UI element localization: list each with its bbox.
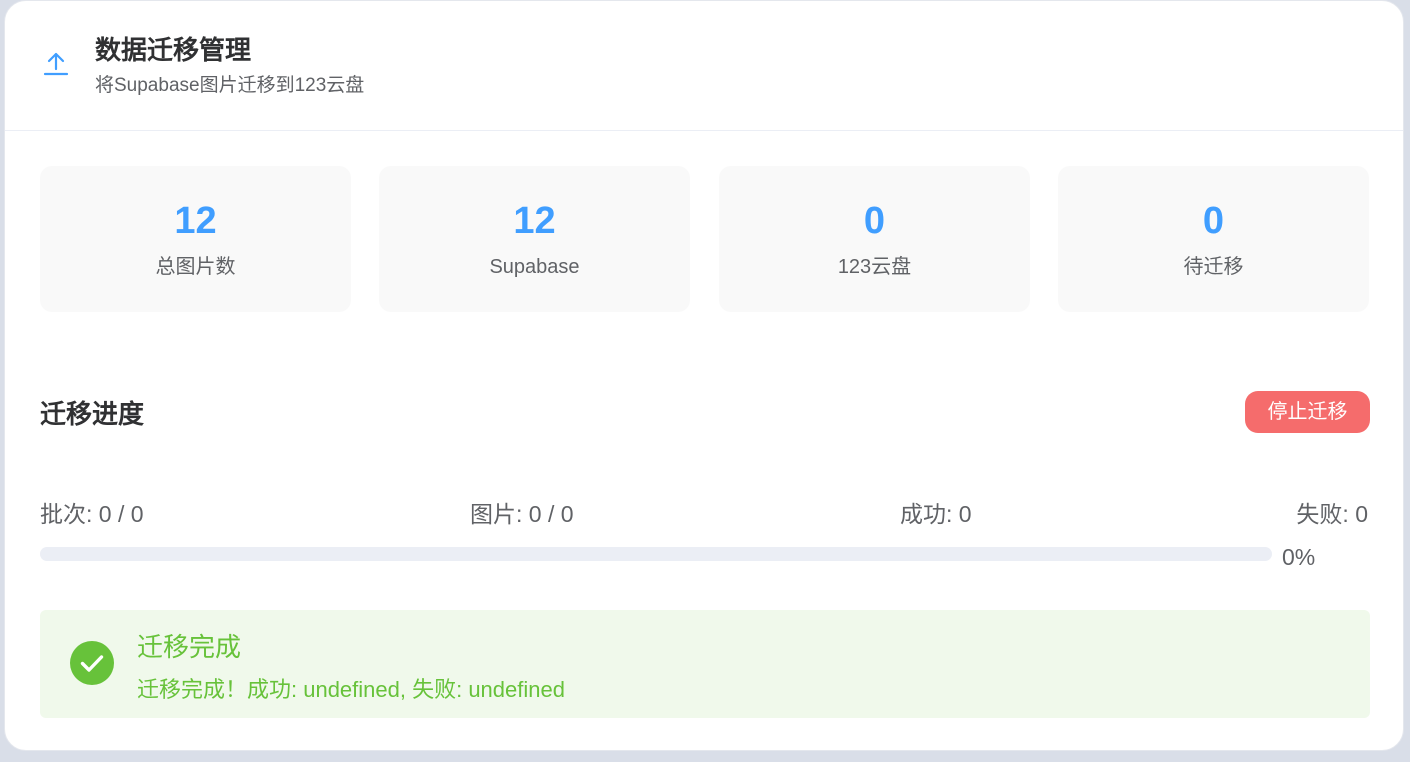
stat-label: 总图片数	[155, 256, 236, 278]
images-value: 0 / 0	[528, 501, 574, 527]
page-title: 数据迁移管理	[95, 35, 252, 65]
stat-label: Supabase	[489, 256, 580, 278]
failed-value: 0	[1355, 501, 1368, 527]
image-count: 图片: 0 / 0	[470, 497, 574, 531]
stats-row: 12 总图片数 12 Supabase 0 123云盘 0 待迁移	[40, 166, 1370, 312]
stat-label: 待迁移	[1183, 256, 1244, 278]
progress-bar	[40, 547, 1272, 561]
batch-value: 0 / 0	[98, 501, 144, 527]
migration-card: 数据迁移管理 将Supabase图片迁移到123云盘 12 总图片数 12 Su…	[4, 0, 1404, 751]
card-header: 数据迁移管理 将Supabase图片迁移到123云盘	[5, 1, 1403, 131]
check-circle-icon	[70, 641, 114, 685]
success-count: 成功: 0	[900, 497, 972, 531]
stat-supabase: 12 Supabase	[379, 166, 690, 312]
stat-value: 12	[513, 200, 556, 242]
failed-label: 失败:	[1296, 501, 1349, 527]
alert-description: 迁移完成！成功: undefined, 失败: undefined	[137, 677, 565, 702]
success-label: 成功:	[900, 501, 953, 527]
images-label: 图片:	[470, 501, 523, 527]
stat-label: 123云盘	[837, 256, 912, 278]
success-value: 0	[958, 501, 972, 527]
page-subtitle: 将Supabase图片迁移到123云盘	[95, 75, 365, 96]
stat-value: 0	[1202, 200, 1225, 242]
stat-123pan: 0 123云盘	[719, 166, 1030, 312]
success-alert: 迁移完成 迁移完成！成功: undefined, 失败: undefined	[40, 610, 1370, 718]
stat-value: 12	[174, 200, 217, 242]
batch-label: 批次:	[40, 501, 93, 527]
batch-count: 批次: 0 / 0	[40, 497, 144, 531]
progress-percent: 0%	[1282, 544, 1316, 570]
stat-value: 0	[863, 200, 886, 242]
stat-pending: 0 待迁移	[1058, 166, 1369, 312]
stop-migration-button[interactable]: 停止迁移	[1245, 391, 1370, 433]
alert-title: 迁移完成	[137, 632, 242, 662]
failed-count: 失败: 0	[1296, 497, 1368, 531]
stat-total-images: 12 总图片数	[40, 166, 351, 312]
progress-section-title: 迁移进度	[40, 399, 145, 429]
upload-icon	[41, 48, 71, 78]
